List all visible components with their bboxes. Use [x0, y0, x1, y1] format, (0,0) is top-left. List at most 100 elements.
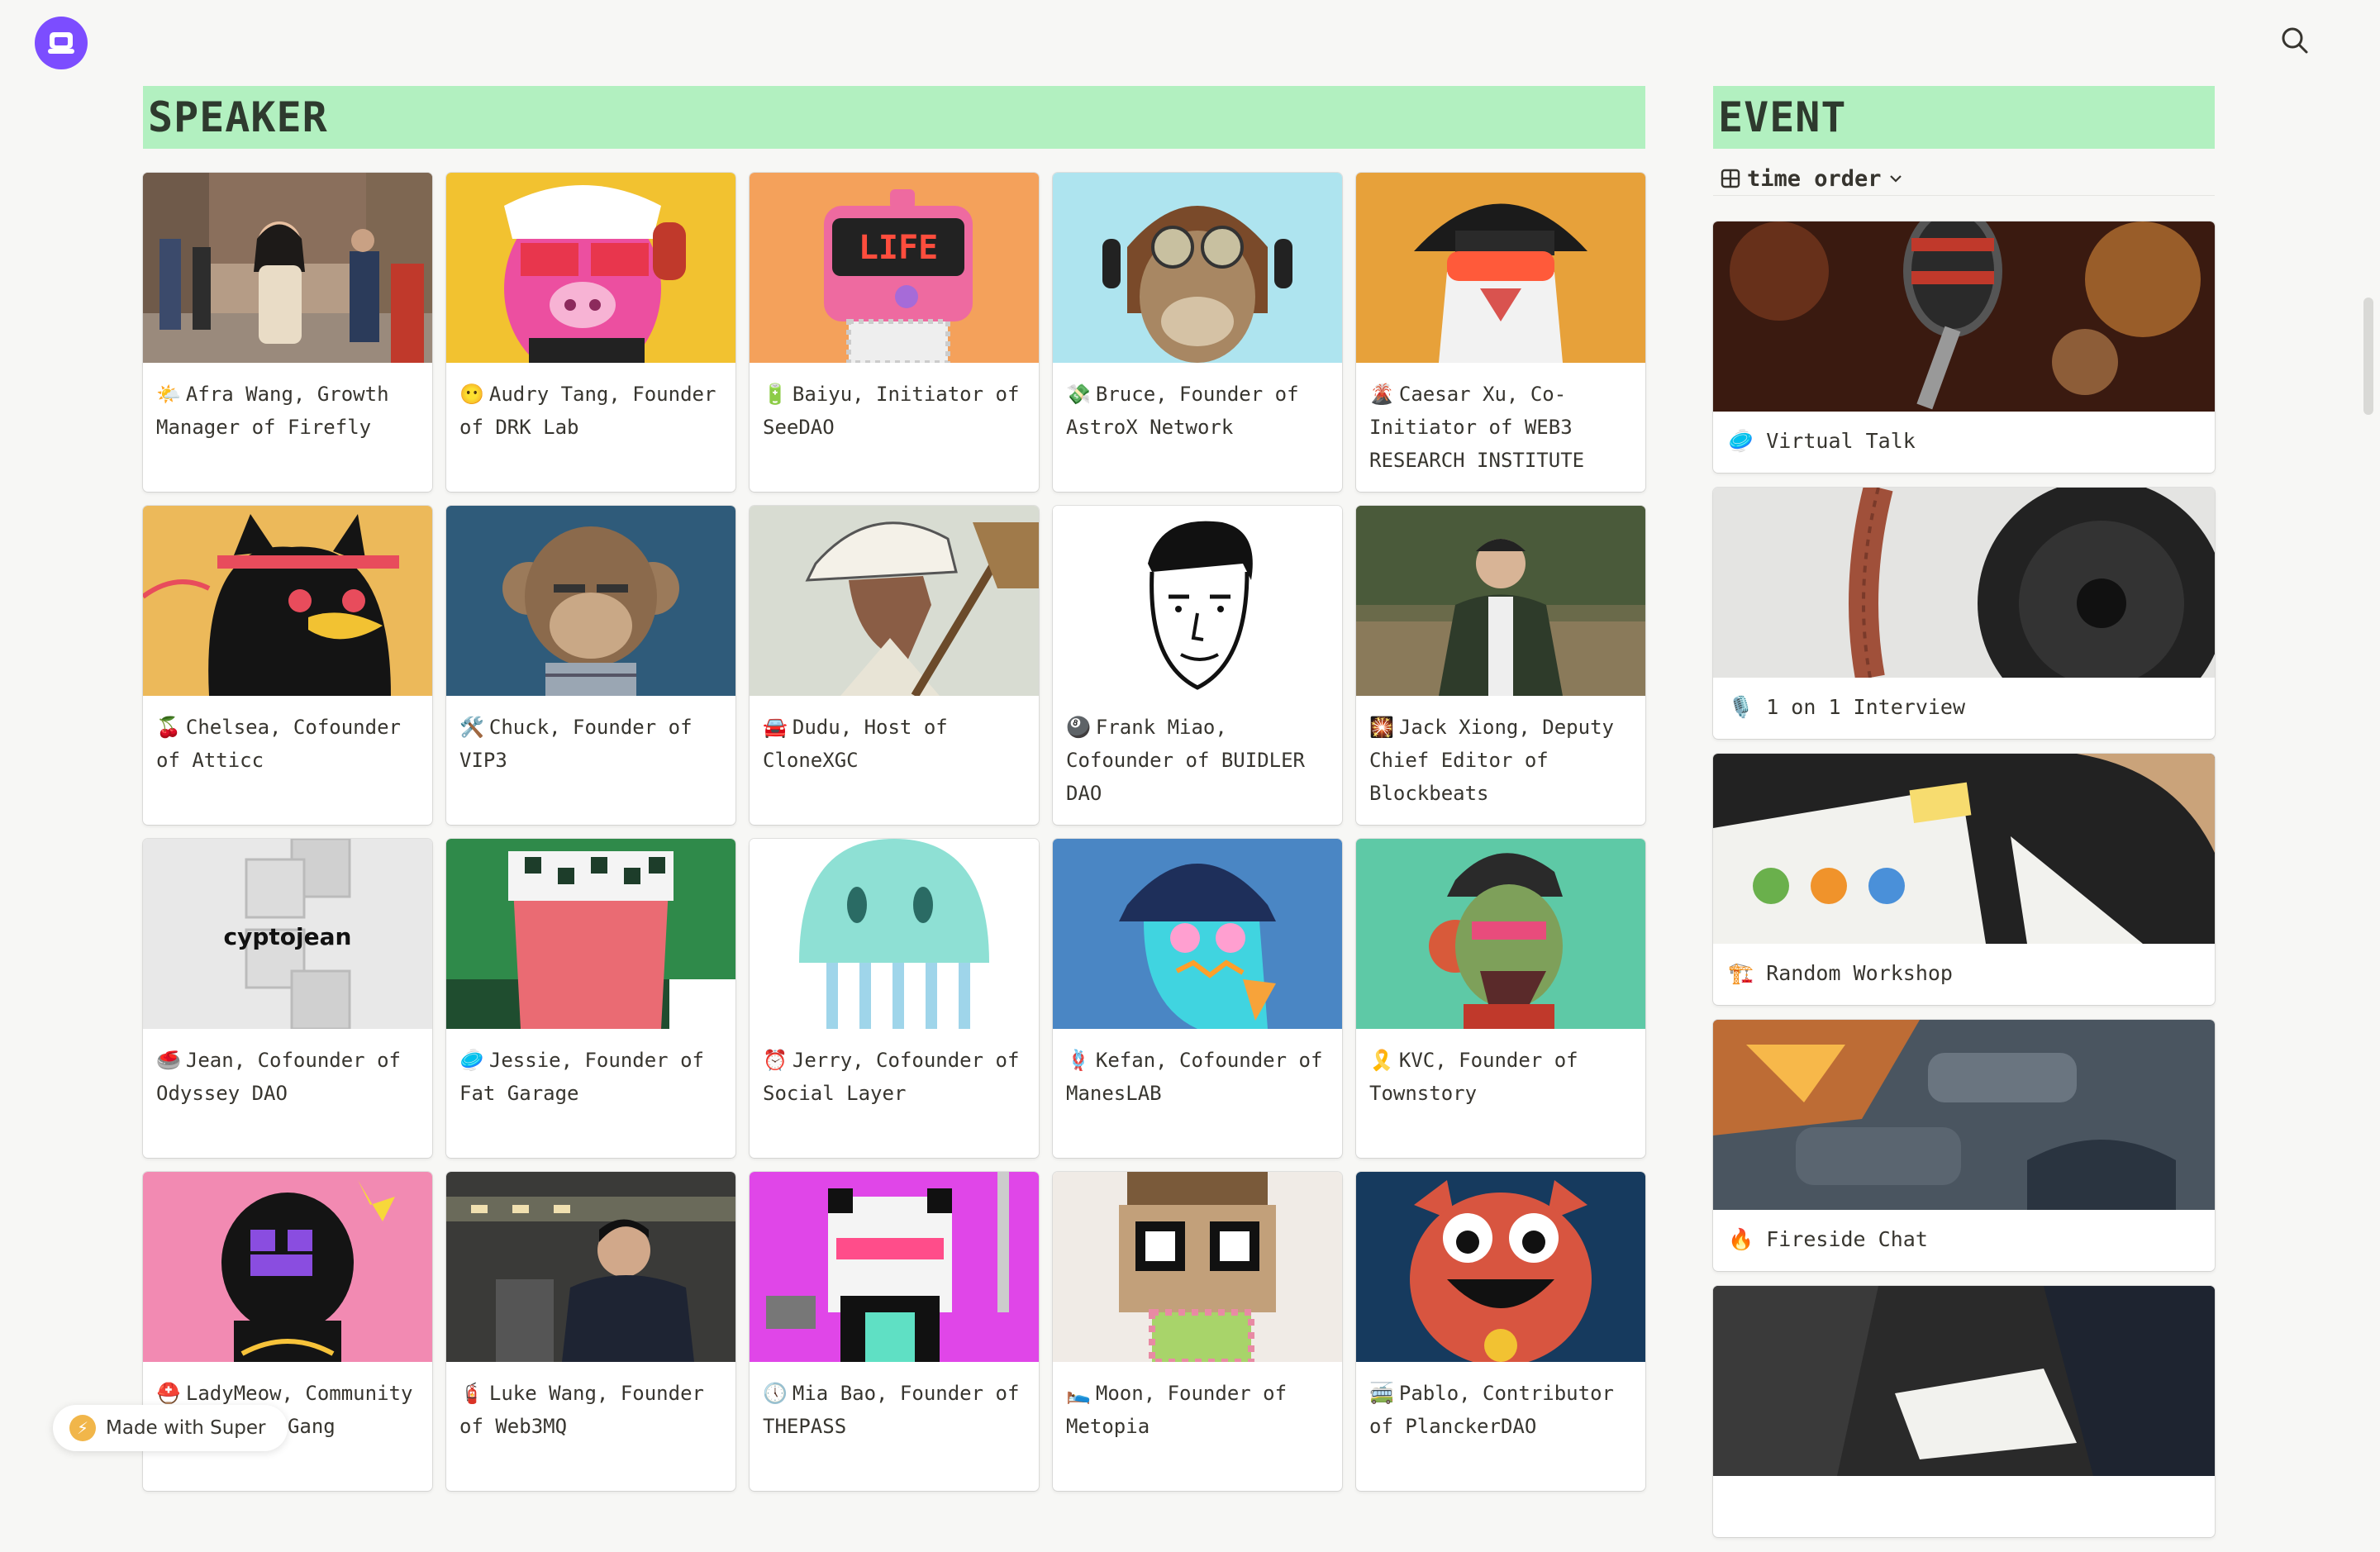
cover-image [143, 506, 432, 696]
cover-image [143, 173, 432, 363]
made-with-super-badge[interactable]: ⚡ Made with Super [53, 1405, 288, 1451]
event-gallery: 🥏 Virtual Talk 🎙️ 1 on 1 Interview 🏗️ Ra… [1713, 221, 2215, 1552]
event-card[interactable] [1713, 1286, 2215, 1537]
cover-image [1053, 839, 1342, 1029]
emoji-icon: ⛑️ [156, 1382, 181, 1405]
emoji-icon: 🌤️ [156, 383, 181, 406]
speaker-card[interactable]: 🛌 Moon, Founder of Metopia [1053, 1172, 1342, 1491]
speaker-card[interactable]: 🚘 Dudu, Host of CloneXGC [750, 506, 1039, 825]
cover-image [1713, 754, 2215, 944]
speaker-name: Jack Xiong, Deputy Chief Editor of Block… [1369, 716, 1614, 805]
emoji-icon: 🥌 [156, 1049, 181, 1072]
emoji-icon: 🛠️ [459, 716, 484, 739]
speaker-card[interactable]: 🥏 Jessie, Founder of Fat Garage [446, 839, 735, 1158]
divider [1713, 195, 2215, 196]
cover-image [1713, 1020, 2215, 1210]
emoji-icon: 🔥 [1728, 1227, 1754, 1251]
speaker-name: Moon, Founder of Metopia [1066, 1382, 1288, 1438]
emoji-icon: 😶 [459, 383, 484, 406]
event-heading: EVENT [1713, 86, 2215, 149]
event-card[interactable]: 🔥 Fireside Chat [1713, 1020, 2215, 1271]
emoji-icon: 🚎 [1369, 1382, 1394, 1405]
event-label: 1 on 1 Interview [1766, 695, 1966, 719]
emoji-icon: 💸 [1066, 383, 1091, 406]
emoji-icon: 🧯 [459, 1382, 484, 1405]
event-card[interactable]: 🥏 Virtual Talk [1713, 221, 2215, 473]
cover-image [1053, 506, 1342, 696]
cover-image [1053, 1172, 1342, 1362]
cover-image [446, 839, 735, 1029]
super-logo-icon[interactable] [35, 17, 88, 69]
search-icon[interactable] [2281, 26, 2309, 55]
event-label: Virtual Talk [1766, 429, 1916, 453]
cover-image [143, 1172, 432, 1362]
speaker-card[interactable]: cyptojean 🥌 Jean, Cofounder of Odyssey DA… [143, 839, 432, 1158]
speaker-name: Jessie, Founder of Fat Garage [459, 1049, 704, 1105]
emoji-icon: 🌋 [1369, 383, 1394, 406]
emoji-icon: ⏰ [763, 1049, 788, 1072]
speaker-card[interactable]: 🕔 Mia Bao, Founder of THEPASS [750, 1172, 1039, 1491]
speaker-name: Kefan, Cofounder of ManesLAB [1066, 1049, 1323, 1105]
speaker-name: Jean, Cofounder of Odyssey DAO [156, 1049, 401, 1105]
cover-image [1713, 1286, 2215, 1476]
cover-image [1713, 221, 2215, 412]
cover-image [446, 506, 735, 696]
speaker-gallery: 🌤️ Afra Wang, Growth Manager of Firefly 😶… [143, 173, 1645, 1491]
speaker-card[interactable]: 🛠️ Chuck, Founder of VIP3 [446, 506, 735, 825]
event-label: Fireside Chat [1766, 1227, 1928, 1251]
speaker-card[interactable]: 🌋 Caesar Xu, Co-Initiator of WEB3 RESEARC… [1356, 173, 1645, 492]
speaker-name: KVC, Founder of Townstory [1369, 1049, 1578, 1105]
emoji-icon: 🔋 [763, 383, 788, 406]
speaker-name: Dudu, Host of CloneXGC [763, 716, 948, 772]
cover-image [1356, 1172, 1645, 1362]
emoji-icon: 🎇 [1369, 716, 1394, 739]
cover-image [446, 1172, 735, 1362]
emoji-icon: 🥏 [459, 1049, 484, 1072]
speaker-name: Mia Bao, Founder of THEPASS [763, 1382, 1020, 1438]
speaker-name: Jerry, Cofounder of Social Layer [763, 1049, 1020, 1105]
event-card[interactable]: 🎙️ 1 on 1 Interview [1713, 488, 2215, 739]
speaker-card[interactable]: 🧯 Luke Wang, Founder of Web3MQ [446, 1172, 735, 1491]
speaker-card[interactable]: 🎇 Jack Xiong, Deputy Chief Editor of Bloc… [1356, 506, 1645, 825]
emoji-icon: 🕔 [763, 1382, 788, 1405]
view-switch[interactable]: time order [1721, 162, 1903, 195]
cover-image [1356, 173, 1645, 363]
table-view-icon [1721, 169, 1740, 188]
speaker-card[interactable]: 😶 Audry Tang, Founder of DRK Lab [446, 173, 735, 492]
speaker-name: Afra Wang, Growth Manager of Firefly [156, 383, 389, 439]
speaker-card[interactable]: 💸 Bruce, Founder of AstroX Network [1053, 173, 1342, 492]
emoji-icon: 🏗️ [1728, 961, 1754, 985]
view-label: time order [1747, 165, 1882, 192]
speaker-name: Audry Tang, Founder of DRK Lab [459, 383, 716, 439]
speaker-name: Caesar Xu, Co-Initiator of WEB3 RESEARCH… [1369, 383, 1585, 472]
cover-image: LIFE [750, 173, 1039, 363]
speaker-card[interactable]: 🎗️ KVC, Founder of Townstory [1356, 839, 1645, 1158]
cover-image: cyptojean [143, 839, 432, 1029]
speaker-card[interactable]: 🚎 Pablo, Contributor of PlanckerDAO [1356, 1172, 1645, 1491]
speaker-card[interactable]: 🌤️ Afra Wang, Growth Manager of Firefly [143, 173, 432, 492]
made-with-label: Made with Super [106, 1417, 266, 1439]
cover-image [1356, 839, 1645, 1029]
event-label: Random Workshop [1766, 961, 1953, 985]
emoji-icon: 🛌 [1066, 1382, 1091, 1405]
emoji-icon: 🚘 [763, 716, 788, 739]
cover-image [750, 506, 1039, 696]
emoji-icon: 🎗️ [1369, 1049, 1394, 1072]
speaker-name: Pablo, Contributor of PlanckerDAO [1369, 1382, 1614, 1438]
speaker-card[interactable]: LIFE 🔋 Baiyu, Initiator of SeeDAO [750, 173, 1039, 492]
speaker-heading: SPEAKER [143, 86, 1645, 149]
bolt-icon: ⚡ [69, 1415, 96, 1441]
event-card[interactable]: 🏗️ Random Workshop [1713, 754, 2215, 1005]
speaker-card[interactable]: 🍒 Chelsea, Cofounder of Atticc [143, 506, 432, 825]
scrollbar[interactable] [2363, 298, 2373, 415]
cover-image [446, 173, 735, 363]
cover-image [1053, 173, 1342, 363]
speaker-name: Bruce, Founder of AstroX Network [1066, 383, 1299, 439]
speaker-name: Luke Wang, Founder of Web3MQ [459, 1382, 704, 1438]
speaker-name: Frank Miao, Cofounder of BUIDLER DAO [1066, 716, 1305, 805]
cover-image [1713, 488, 2215, 678]
emoji-icon: 🎱 [1066, 716, 1091, 739]
speaker-card[interactable]: 🎱 Frank Miao, Cofounder of BUIDLER DAO [1053, 506, 1342, 825]
speaker-card[interactable]: ⏰ Jerry, Cofounder of Social Layer [750, 839, 1039, 1158]
speaker-card[interactable]: 🪢 Kefan, Cofounder of ManesLAB [1053, 839, 1342, 1158]
